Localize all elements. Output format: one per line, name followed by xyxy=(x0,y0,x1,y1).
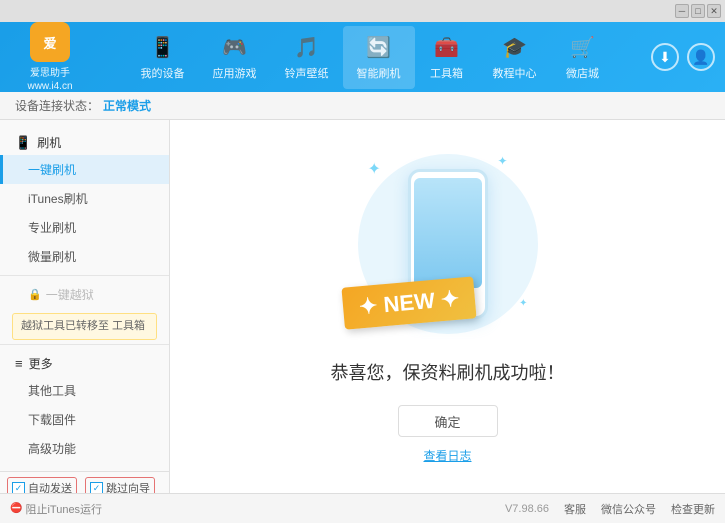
ringtones-icon: 🎵 xyxy=(293,34,321,62)
nav-tutorials-label: 教程中心 xyxy=(493,65,537,81)
success-message: 恭喜您，保资料刷机成功啦！ xyxy=(331,359,565,385)
customer-service-link[interactable]: 客服 xyxy=(564,501,586,517)
apps-games-icon: 🎮 xyxy=(221,34,249,62)
header-right: ⬇ 👤 xyxy=(651,43,715,71)
itunes-flash-label: iTunes刷机 xyxy=(28,192,88,206)
phone-screen xyxy=(414,178,482,288)
lock-icon: 🔒 xyxy=(28,288,42,301)
sidebar-item-advanced[interactable]: 高级功能 xyxy=(0,434,169,463)
nav-apps-games[interactable]: 🎮 应用游戏 xyxy=(199,26,271,89)
restore-flash-label: 微量刷机 xyxy=(28,250,76,264)
nav-weidian[interactable]: 🛒 微店城 xyxy=(551,26,615,89)
nav-tutorials[interactable]: 🎓 教程中心 xyxy=(479,26,551,89)
nav-toolbox-label: 工具箱 xyxy=(430,65,463,81)
itunes-status: ⛔ 阻止iTunes运行 xyxy=(0,501,102,517)
advanced-label: 高级功能 xyxy=(28,442,76,456)
itunes-status-label: 阻止iTunes运行 xyxy=(25,501,102,517)
sidebar-item-one-click-flash[interactable]: 一键刷机 xyxy=(0,155,169,184)
toolbox-icon: 🧰 xyxy=(433,34,461,62)
maximize-button[interactable]: □ xyxy=(691,4,705,18)
sidebar-more-title: ≡ 更多 xyxy=(0,349,169,376)
sidebar-divider-1 xyxy=(0,275,169,276)
nav-smart-flash-label: 智能刷机 xyxy=(357,65,401,81)
bottom-right: V7.98.66 客服 微信公众号 检查更新 xyxy=(505,501,725,517)
other-tools-label: 其他工具 xyxy=(28,384,76,398)
jailbreak-label: 一键越狱 xyxy=(46,286,94,303)
version-text: V7.98.66 xyxy=(505,503,549,515)
nav-my-device-label: 我的设备 xyxy=(141,65,185,81)
minimize-button[interactable]: ─ xyxy=(675,4,689,18)
flash-section-label: 刷机 xyxy=(37,134,61,151)
logo-name: 爱思助手 xyxy=(30,64,70,79)
flash-section-icon: 📱 xyxy=(15,135,31,151)
nav-smart-flash[interactable]: 🔄 智能刷机 xyxy=(343,26,415,89)
logo-url: www.i4.cn xyxy=(27,81,72,92)
sparkle-3: ✦ xyxy=(519,298,527,309)
sidebar-item-pro-flash[interactable]: 专业刷机 xyxy=(0,213,169,242)
pro-flash-label: 专业刷机 xyxy=(28,221,76,235)
sidebar-item-itunes-flash[interactable]: iTunes刷机 xyxy=(0,184,169,213)
logo[interactable]: 爱 爱思助手 www.i4.cn xyxy=(10,22,90,92)
stop-icon: ⛔ xyxy=(10,503,22,514)
close-button[interactable]: ✕ xyxy=(707,4,721,18)
sparkle-1: ✦ xyxy=(368,159,381,179)
wizard-check[interactable]: ✓ xyxy=(90,482,103,493)
wizard-checkbox[interactable]: ✓ 跳过向导 xyxy=(86,478,154,493)
nav-weidian-label: 微店城 xyxy=(566,65,599,81)
my-device-icon: 📱 xyxy=(149,34,177,62)
jailbreak-notice: 越狱工具已转移至 工具箱 xyxy=(12,313,157,340)
download-icon[interactable]: ⬇ xyxy=(651,43,679,71)
status-value: 正常模式 xyxy=(103,97,151,114)
tutorials-icon: 🎓 xyxy=(501,34,529,62)
logo-icon: 爱 xyxy=(30,22,70,62)
title-bar: ─ □ ✕ xyxy=(0,0,725,22)
sidebar-item-restore-flash[interactable]: 微量刷机 xyxy=(0,242,169,271)
phone-illustration: ✦ ✦ ✦ ✦ NEW ✦ xyxy=(338,149,558,339)
nav-ringtones[interactable]: 🎵 铃声壁纸 xyxy=(271,26,343,89)
smart-flash-icon: 🔄 xyxy=(365,34,393,62)
nav-apps-games-label: 应用游戏 xyxy=(213,65,257,81)
sidebar-item-download-firmware[interactable]: 下载固件 xyxy=(0,405,169,434)
wechat-link[interactable]: 微信公众号 xyxy=(601,501,656,517)
one-click-flash-label: 一键刷机 xyxy=(28,163,76,177)
nav-my-device[interactable]: 📱 我的设备 xyxy=(127,26,199,89)
more-section-icon: ≡ xyxy=(15,356,23,371)
nav-toolbox[interactable]: 🧰 工具箱 xyxy=(415,26,479,89)
more-section-label: 更多 xyxy=(29,355,53,372)
auto-send-check[interactable]: ✓ xyxy=(12,482,25,493)
sparkle-2: ✦ xyxy=(497,154,507,168)
wizard-label: 跳过向导 xyxy=(106,480,150,493)
user-icon[interactable]: 👤 xyxy=(687,43,715,71)
nav-ringtones-label: 铃声壁纸 xyxy=(285,65,329,81)
auto-send-checkbox[interactable]: ✓ 自动发送 xyxy=(8,478,76,493)
check-update-link[interactable]: 检查更新 xyxy=(671,501,715,517)
checkbox-row: ✓ 自动发送 ✓ 跳过向导 xyxy=(8,478,161,493)
sidebar-divider-2 xyxy=(0,344,169,345)
auto-send-label: 自动发送 xyxy=(28,480,72,493)
sidebar-flash-title: 📱 刷机 xyxy=(0,128,169,155)
content-area: ✦ ✦ ✦ ✦ NEW ✦ 恭喜您，保资料刷机成功啦！ 确定 查看日志 xyxy=(170,120,725,493)
sidebar-item-jailbreak: 🔒 一键越狱 xyxy=(0,280,169,309)
status-label: 设备连接状态： xyxy=(15,97,99,114)
header: 爱 爱思助手 www.i4.cn 📱 我的设备 🎮 应用游戏 🎵 铃声壁纸 🔄 … xyxy=(0,22,725,92)
main-layout: 📱 刷机 一键刷机 iTunes刷机 专业刷机 微量刷机 🔒 一键越狱 越狱工具… xyxy=(0,120,725,493)
bottom-bar: ⛔ 阻止iTunes运行 V7.98.66 客服 微信公众号 检查更新 xyxy=(0,493,725,523)
sidebar-item-other-tools[interactable]: 其他工具 xyxy=(0,376,169,405)
view-log-link[interactable]: 查看日志 xyxy=(423,447,471,464)
nav-bar: 📱 我的设备 🎮 应用游戏 🎵 铃声壁纸 🔄 智能刷机 🧰 工具箱 🎓 教程中心… xyxy=(90,26,651,89)
status-bar: 设备连接状态： 正常模式 xyxy=(0,92,725,120)
sidebar: 📱 刷机 一键刷机 iTunes刷机 专业刷机 微量刷机 🔒 一键越狱 越狱工具… xyxy=(0,120,170,493)
confirm-button[interactable]: 确定 xyxy=(398,405,498,437)
download-firmware-label: 下载固件 xyxy=(28,413,76,427)
weidian-icon: 🛒 xyxy=(569,34,597,62)
